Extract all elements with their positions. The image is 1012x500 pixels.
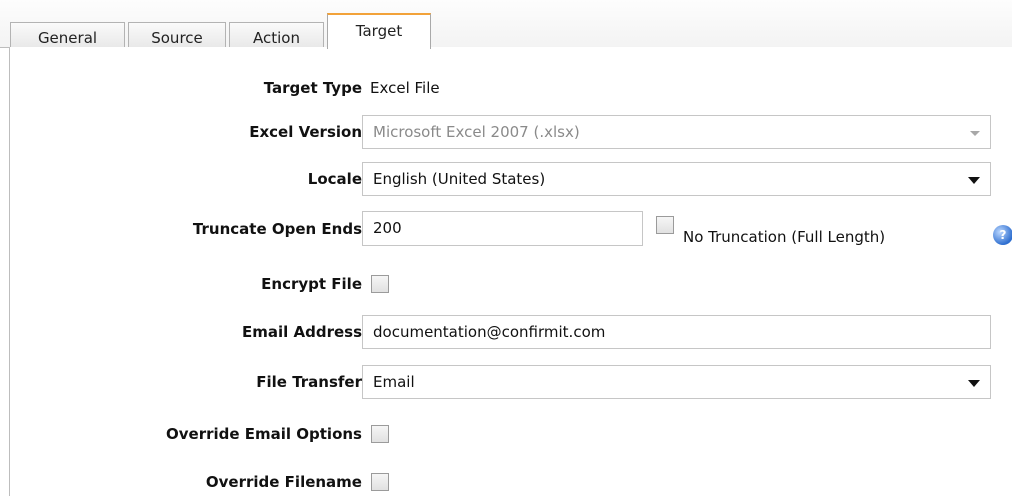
encrypt-file-label: Encrypt File	[261, 275, 362, 293]
row-override-email-options: Override Email Options	[10, 416, 1012, 452]
truncate-open-ends-label: Truncate Open Ends	[192, 220, 362, 238]
truncate-open-ends-value: 200	[373, 219, 402, 237]
override-filename-checkbox[interactable]	[371, 473, 389, 491]
tab-source[interactable]: Source	[128, 22, 226, 47]
row-locale: Locale English (United States)	[10, 161, 1012, 197]
truncate-open-ends-input[interactable]: 200	[362, 211, 643, 246]
target-type-label: Target Type	[263, 79, 362, 97]
chevron-down-icon	[968, 177, 980, 184]
encrypt-file-checkbox[interactable]	[371, 275, 389, 293]
override-email-options-label: Override Email Options	[166, 425, 362, 443]
row-file-transfer: File Transfer Email	[10, 364, 1012, 400]
help-icon[interactable]: ?	[993, 225, 1012, 245]
file-transfer-select[interactable]: Email	[362, 365, 991, 399]
tab-bar: General Source Action Target	[0, 0, 1012, 49]
chevron-down-icon	[970, 131, 980, 136]
file-transfer-value: Email	[373, 373, 415, 391]
override-filename-label: Override Filename	[205, 473, 362, 491]
locale-select[interactable]: English (United States)	[362, 162, 991, 196]
target-type-value: Excel File	[370, 79, 440, 97]
locale-label: Locale	[307, 170, 362, 188]
excel-version-select[interactable]: Microsoft Excel 2007 (.xlsx)	[362, 115, 991, 149]
target-panel: Target Type Excel File Excel Version Mic…	[9, 47, 1012, 496]
chevron-down-icon	[968, 380, 980, 387]
row-override-filename: Override Filename	[10, 464, 1012, 500]
row-target-type: Target Type Excel File	[10, 70, 1012, 106]
tab-general[interactable]: General	[10, 22, 125, 47]
no-truncation-label: No Truncation (Full Length)	[683, 228, 886, 246]
email-address-input[interactable]: documentation@confirmit.com	[362, 315, 991, 349]
email-address-label: Email Address	[241, 323, 362, 341]
email-address-value: documentation@confirmit.com	[373, 323, 606, 341]
excel-version-value: Microsoft Excel 2007 (.xlsx)	[373, 123, 580, 141]
row-excel-version: Excel Version Microsoft Excel 2007 (.xls…	[10, 114, 1012, 150]
locale-value: English (United States)	[373, 170, 546, 188]
row-encrypt-file: Encrypt File	[10, 266, 1012, 302]
override-email-options-checkbox[interactable]	[371, 425, 389, 443]
row-email-address: Email Address documentation@confirmit.co…	[10, 314, 1012, 350]
tab-action[interactable]: Action	[229, 22, 324, 47]
file-transfer-label: File Transfer	[256, 373, 362, 391]
tab-target[interactable]: Target	[327, 13, 431, 49]
row-truncate-open-ends: Truncate Open Ends 200 No Truncation (Fu…	[10, 211, 1012, 247]
no-truncation-checkbox[interactable]	[656, 216, 674, 234]
excel-version-label: Excel Version	[249, 123, 362, 141]
